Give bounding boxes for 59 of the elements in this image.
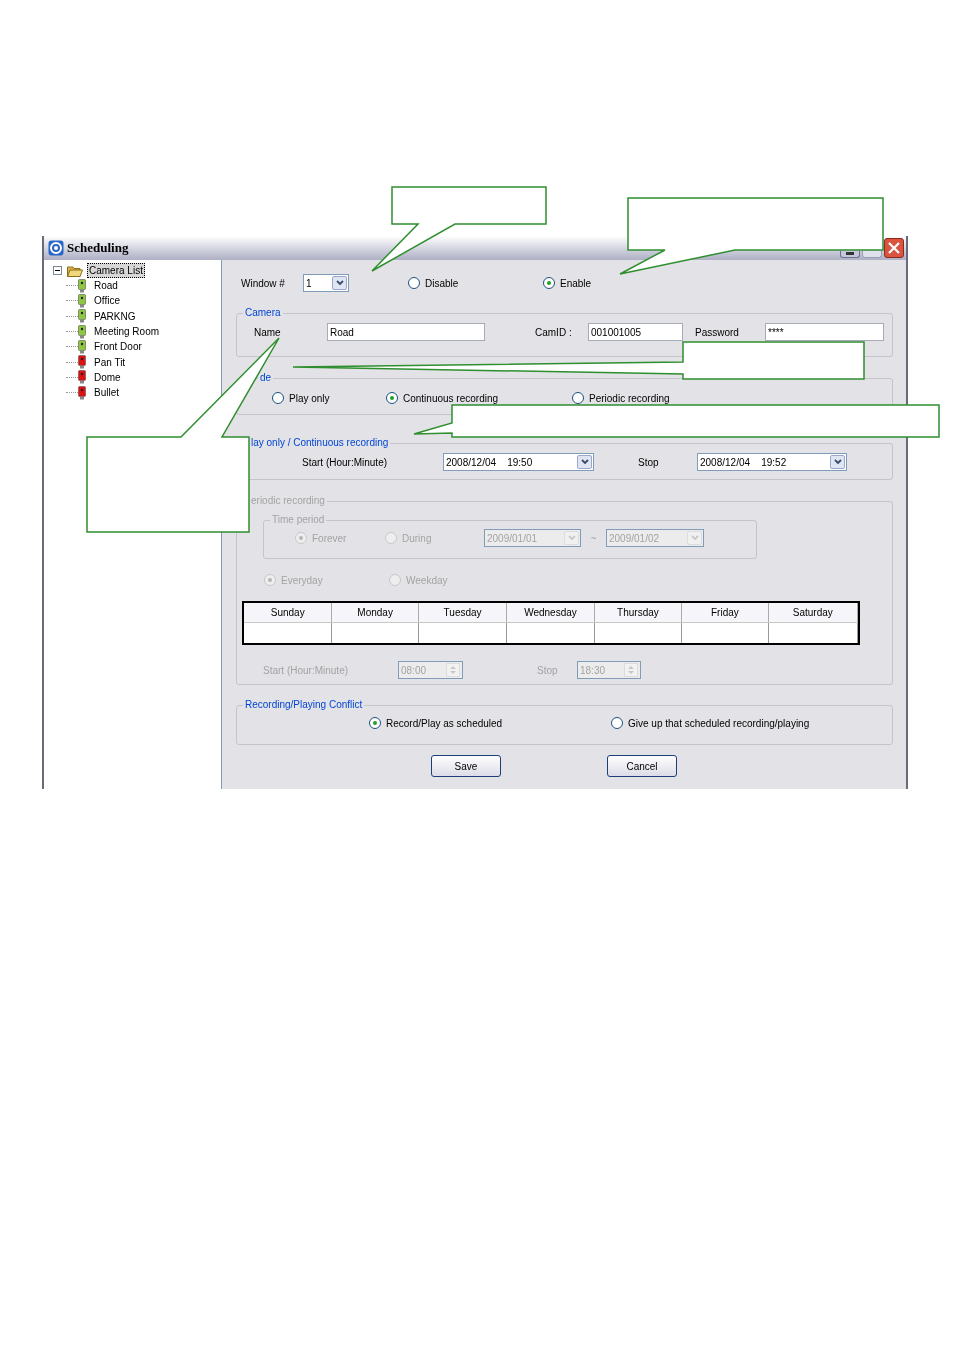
tree-item[interactable]: Dome <box>93 370 122 384</box>
date-time-dropdown[interactable]: 2008/12/04 19:50 <box>443 453 594 471</box>
field-label: Start (Hour:Minute) <box>263 663 350 678</box>
tree-item[interactable]: Bullet <box>93 386 120 400</box>
radio-button[interactable] <box>369 717 381 729</box>
date-time-dropdown[interactable]: 2008/12/04 19:52 <box>697 453 847 471</box>
window-title: Scheduling <box>67 239 129 258</box>
input-field[interactable]: **** <box>765 323 884 341</box>
field-label: Stop <box>537 663 559 678</box>
radio-label: Play only <box>289 391 330 406</box>
column-header: Wednesday <box>507 603 595 622</box>
input-field[interactable]: 001001005 <box>588 323 683 341</box>
input-field[interactable]: Road <box>327 323 485 341</box>
radio-label: Everyday <box>281 573 323 588</box>
field-label: CamID : <box>535 325 573 340</box>
group-legend: Time period <box>270 513 327 527</box>
radio-button[interactable] <box>386 392 398 404</box>
group-legend: lay only / Continuous recording <box>249 436 391 450</box>
field-label: Name <box>254 325 282 340</box>
radio-label: Periodic recording <box>589 391 670 406</box>
radio-button[interactable] <box>572 392 584 404</box>
radio-button[interactable] <box>272 392 284 404</box>
tree-item[interactable]: Pan Tit <box>93 355 127 369</box>
column-header: Monday <box>332 603 419 622</box>
dialog-button[interactable]: Cancel <box>607 755 677 777</box>
radio-label: Record/Play as scheduled <box>386 716 503 731</box>
tree-item[interactable]: Meeting Room <box>93 325 161 339</box>
radio-label: Forever <box>312 531 347 546</box>
radio-label: Weekday <box>406 573 448 588</box>
radio-label: Enable <box>560 276 592 291</box>
field-label: Start (Hour:Minute) <box>302 455 389 470</box>
radio-label: Disable <box>425 276 459 291</box>
radio-button[interactable] <box>543 277 555 289</box>
tree-item[interactable]: Camera List <box>87 263 145 278</box>
tree-item[interactable]: Office <box>93 294 121 308</box>
dialog-button[interactable]: Save <box>431 755 501 777</box>
radio-label: During <box>402 531 432 546</box>
group-legend: eriodic recording <box>249 494 327 508</box>
column-header: Thursday <box>594 603 683 622</box>
app-icon <box>48 240 64 256</box>
radio-button[interactable] <box>611 717 623 729</box>
window-dropdown[interactable]: 1 <box>303 274 349 292</box>
tree-item[interactable]: PARKNG <box>93 309 137 323</box>
collapse-icon[interactable] <box>53 266 62 275</box>
range-separator: ~ <box>589 531 598 546</box>
group-legend: Recording/Playing Conflict <box>243 698 365 712</box>
tree-item[interactable]: Road <box>93 279 119 293</box>
column-header: Friday <box>682 603 769 622</box>
field-label: Stop <box>638 455 660 470</box>
radio-label: Continuous recording <box>403 391 499 406</box>
radio-label: Give up that scheduled recording/playing <box>628 716 810 731</box>
column-header: Sunday <box>244 603 333 622</box>
tree-item[interactable]: Front Door <box>93 340 143 354</box>
radio-button[interactable] <box>408 277 420 289</box>
field-label: Window # <box>240 276 286 291</box>
field-label: Password <box>695 325 740 340</box>
column-header: Saturday <box>768 603 858 622</box>
folder-icon <box>67 264 83 277</box>
column-header: Tuesday <box>418 603 508 622</box>
